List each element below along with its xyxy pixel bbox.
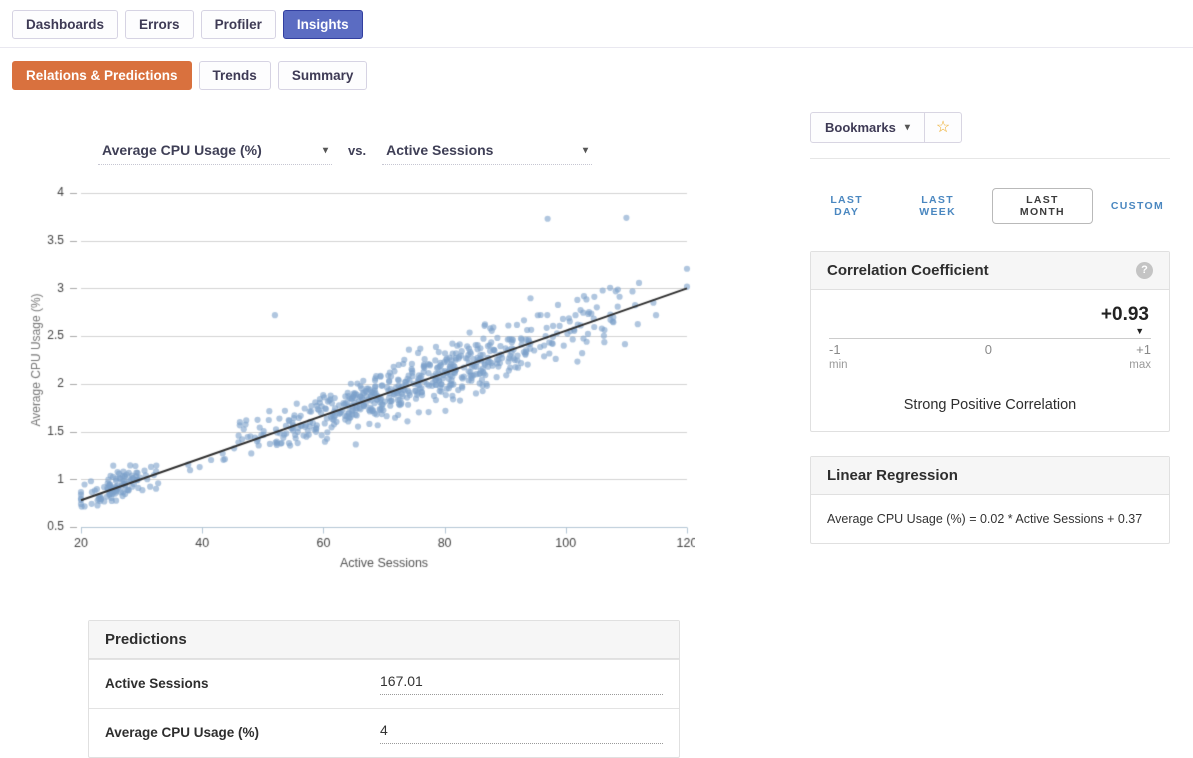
predictions-title: Predictions xyxy=(105,631,187,648)
correlation-header: Correlation Coefficient ? xyxy=(811,252,1169,290)
insights-sub-navigation: Relations & Predictions Trends Summary xyxy=(0,48,1193,90)
time-range-selector: LAST DAY LAST WEEK LAST MONTH CUSTOM xyxy=(810,188,1170,224)
nav-tab-errors[interactable]: Errors xyxy=(125,10,194,39)
predictions-header: Predictions xyxy=(89,621,679,659)
help-icon[interactable]: ? xyxy=(1136,262,1153,279)
chevron-down-icon: ▾ xyxy=(322,144,328,156)
scatter-plot[interactable] xyxy=(25,179,695,579)
x-metric-select[interactable]: Active Sessions ▾ xyxy=(382,142,593,165)
panel-divider xyxy=(810,158,1170,159)
top-navigation: Dashboards Errors Profiler Insights xyxy=(0,0,1193,48)
correlation-scale-line xyxy=(829,338,1151,339)
prediction-label: Active Sessions xyxy=(105,675,209,691)
main-content: Average CPU Usage (%) ▾ vs. Active Sessi… xyxy=(0,90,1193,758)
time-range-custom[interactable]: CUSTOM xyxy=(1105,194,1170,218)
tab-summary[interactable]: Summary xyxy=(277,61,368,90)
metric-selectors: Average CPU Usage (%) ▾ vs. Active Sessi… xyxy=(98,142,810,165)
prediction-row-active-sessions: Active Sessions xyxy=(89,659,679,708)
scale-min: -1 min xyxy=(829,342,848,372)
star-icon: ☆ xyxy=(935,118,951,136)
bookmarks-label: Bookmarks xyxy=(825,120,896,135)
time-range-last-day[interactable]: LAST DAY xyxy=(810,188,883,224)
bookmarks-row: Bookmarks ▾ ☆ xyxy=(810,112,1170,143)
regression-equation: Average CPU Usage (%) = 0.02 * Active Se… xyxy=(827,511,1143,526)
active-sessions-input[interactable] xyxy=(380,671,663,695)
time-range-last-week[interactable]: LAST WEEK xyxy=(895,188,980,224)
y-metric-select[interactable]: Average CPU Usage (%) ▾ xyxy=(98,142,332,165)
linear-regression-card: Linear Regression Average CPU Usage (%) … xyxy=(810,455,1170,544)
correlation-description: Strong Positive Correlation xyxy=(903,396,1077,413)
nav-tab-profiler[interactable]: Profiler xyxy=(200,10,276,39)
correlation-scale-ticks: -1 min 0 +1 max xyxy=(829,342,1151,373)
side-panel: Bookmarks ▾ ☆ LAST DAY LAST WEEK LAST MO… xyxy=(810,90,1170,758)
nav-tab-dashboards[interactable]: Dashboards xyxy=(12,10,119,39)
tab-relations-predictions[interactable]: Relations & Predictions xyxy=(12,61,192,90)
bookmarks-dropdown-button[interactable]: Bookmarks ▾ xyxy=(811,113,924,142)
scale-max: +1 max xyxy=(1129,342,1151,372)
y-metric-value: Average CPU Usage (%) xyxy=(102,142,262,158)
bookmarks-group: Bookmarks ▾ ☆ xyxy=(810,112,963,143)
correlation-card: Correlation Coefficient ? +0.93 ▼ -1 min… xyxy=(810,251,1170,432)
correlation-scale: ▼ xyxy=(829,326,1151,338)
tab-trends[interactable]: Trends xyxy=(198,61,271,90)
chart-column: Average CPU Usage (%) ▾ vs. Active Sessi… xyxy=(0,90,810,758)
time-range-last-month[interactable]: LAST MONTH xyxy=(991,188,1093,224)
correlation-body: +0.93 ▼ -1 min 0 +1 max Strong Positive … xyxy=(811,290,1169,431)
correlation-value: +0.93 xyxy=(1100,304,1149,325)
scatter-chart-area xyxy=(25,179,810,584)
vs-label: vs. xyxy=(348,143,367,158)
prediction-row-avg-cpu: Average CPU Usage (%) xyxy=(89,708,679,757)
predictions-card: Predictions Active Sessions Average CPU … xyxy=(88,620,680,758)
linear-regression-title: Linear Regression xyxy=(827,466,958,484)
avg-cpu-usage-input[interactable] xyxy=(380,720,663,744)
nav-tab-insights[interactable]: Insights xyxy=(282,10,363,39)
chevron-down-icon: ▾ xyxy=(904,122,910,133)
x-metric-value: Active Sessions xyxy=(386,142,494,158)
scale-mid: 0 xyxy=(984,342,993,357)
correlation-marker-icon: ▼ xyxy=(1135,326,1145,336)
linear-regression-header: Linear Regression xyxy=(811,456,1169,495)
correlation-title: Correlation Coefficient xyxy=(827,262,989,279)
bookmark-star-button[interactable]: ☆ xyxy=(923,113,961,142)
prediction-label: Average CPU Usage (%) xyxy=(105,724,260,740)
chevron-down-icon: ▾ xyxy=(583,144,589,156)
